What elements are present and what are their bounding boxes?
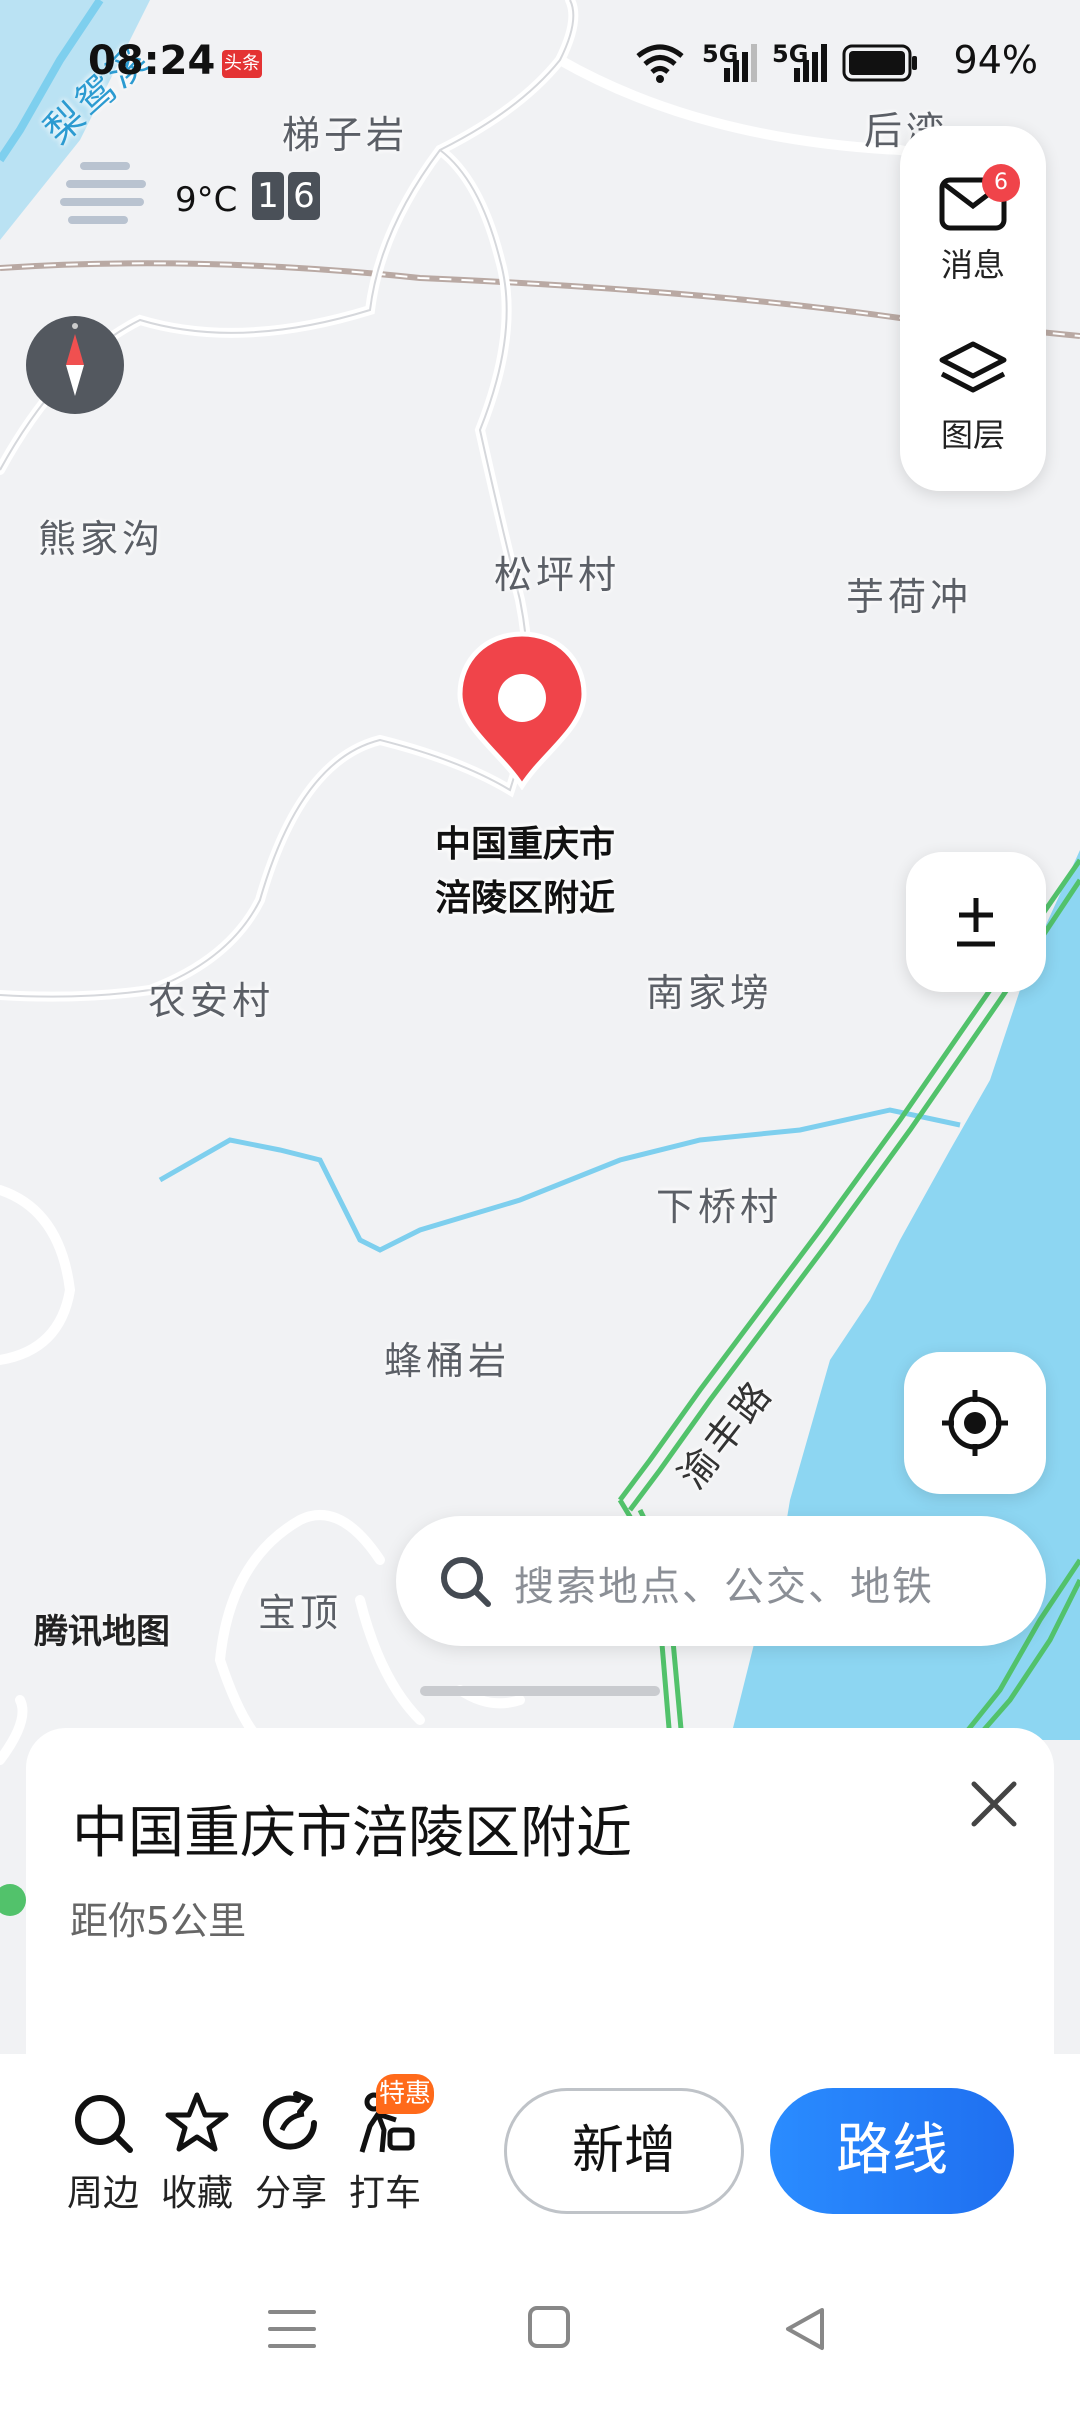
search-bar[interactable]: 搜索地点、公交、地铁 — [396, 1516, 1046, 1646]
action-bar: 周边 收藏 分享 打车 特惠 新增 路线 — [0, 2054, 1080, 2234]
status-time: 08:24 — [88, 38, 216, 84]
add-button[interactable]: 新增 — [504, 2088, 744, 2214]
battery-percent: 94% — [953, 38, 1038, 82]
location-pin-icon[interactable] — [452, 630, 592, 790]
temperature: 9°C — [175, 180, 238, 220]
nearby-button[interactable]: 周边 — [58, 2090, 148, 2214]
search-placeholder: 搜索地点、公交、地铁 — [514, 1564, 934, 1610]
map-label-xiongjiagou: 熊家沟 — [38, 517, 165, 561]
star-icon — [165, 2092, 229, 2152]
map-label-nanjia: 南家塝 — [646, 971, 773, 1015]
layers-button[interactable]: 图层 — [900, 340, 1046, 456]
zoom-button[interactable] — [906, 852, 1046, 992]
plus-minus-icon — [957, 898, 995, 947]
wifi-icon — [636, 44, 684, 83]
status-bar: 08:24 头条 5G 5G 94% — [0, 30, 1080, 100]
place-detail-sheet: 中国重庆市涪陵区附近 距你5公里 — [26, 1728, 1054, 2058]
map-tools-panel: 消息 6 图层 — [900, 126, 1046, 491]
messages-label: 消息 — [940, 246, 1005, 284]
taxi-promo-badge: 特惠 — [376, 2074, 434, 2114]
crosshair-icon — [942, 1390, 1008, 1456]
signal-2-icon — [794, 44, 827, 82]
share-label: 分享 — [254, 2173, 327, 2214]
back-icon[interactable] — [782, 2304, 828, 2354]
share-icon — [263, 2091, 317, 2150]
haze-icon — [60, 162, 146, 224]
layers-label: 图层 — [940, 416, 1005, 454]
favorite-label: 收藏 — [160, 2173, 233, 2214]
map-label-yuhechong: 芋荷冲 — [846, 575, 973, 619]
place-title: 中国重庆市涪陵区附近 — [72, 1801, 632, 1866]
search-icon — [75, 2095, 133, 2153]
sheet-drag-handle[interactable] — [420, 1686, 660, 1696]
messages-button[interactable]: 消息 — [900, 176, 1046, 286]
menu-icon[interactable] — [266, 2306, 318, 2352]
pin-label-line2: 涪陵区附近 — [434, 878, 615, 919]
search-icon — [441, 1557, 491, 1607]
close-icon[interactable] — [964, 1774, 1024, 1834]
system-nav-bar — [0, 2234, 1080, 2412]
map-provider-logo: 腾讯地图 — [34, 1612, 170, 1652]
signal-1-icon — [724, 44, 757, 82]
compass-icon — [66, 323, 84, 396]
map-label-baoding: 宝顶 — [258, 1591, 343, 1635]
aqi-digit-1: 1 — [252, 172, 284, 220]
aqi-digit-2: 6 — [288, 172, 320, 220]
nearby-label: 周边 — [66, 2173, 139, 2214]
layers-icon — [939, 341, 1007, 393]
battery-icon — [842, 44, 917, 82]
map-label-nongan: 农安村 — [148, 979, 275, 1023]
map-label-songping: 松坪村 — [494, 553, 621, 597]
pin-label: 中国重庆市 涪陵区附近 — [400, 818, 650, 926]
favorite-button[interactable]: 收藏 — [152, 2090, 242, 2214]
taxi-label: 打车 — [348, 2173, 421, 2214]
map-label-tizi: 梯子岩 — [282, 113, 409, 157]
route-button[interactable]: 路线 — [770, 2088, 1014, 2214]
messages-badge: 6 — [982, 164, 1020, 202]
map-label-xiaqiao: 下桥村 — [656, 1185, 783, 1229]
place-distance: 距你5公里 — [70, 1899, 247, 1943]
pin-label-line1: 中国重庆市 — [434, 824, 615, 865]
home-icon[interactable] — [526, 2304, 572, 2350]
share-button[interactable]: 分享 — [246, 2090, 336, 2214]
map-label-fengtong: 蜂桶岩 — [384, 1339, 511, 1383]
compass-button[interactable] — [26, 316, 124, 414]
news-app-icon: 头条 — [222, 50, 262, 78]
locate-me-button[interactable] — [904, 1352, 1046, 1494]
